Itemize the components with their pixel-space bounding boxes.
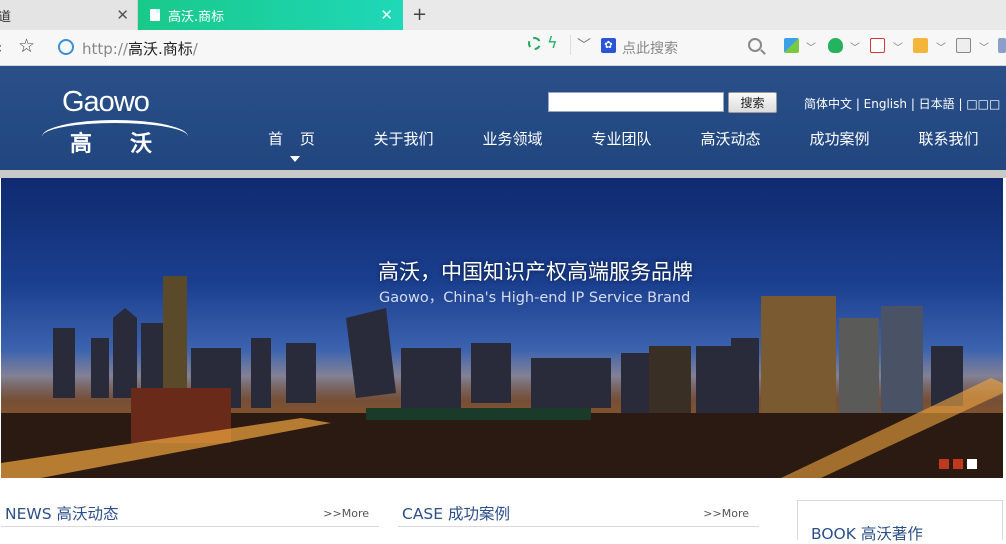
- url-text[interactable]: http://高沃.商标/: [82, 38, 198, 59]
- site-header: Gaowo 高沃 搜索 简体中文 | English | 日本語 | □□□ 首…: [0, 66, 1006, 170]
- search-icon[interactable]: [748, 38, 762, 52]
- book-section-title: BOOK 高沃著作: [811, 525, 923, 543]
- logo-text-cn: 高沃: [70, 132, 191, 157]
- logo[interactable]: Gaowo 高沃: [40, 86, 191, 157]
- chevron-down-icon[interactable]: ﹀: [979, 39, 989, 54]
- active-arrow-icon: [289, 156, 300, 162]
- new-tab-button[interactable]: +: [412, 4, 427, 25]
- address-bar: ‹ ☆ http://高沃.商标/ ϟ ﹀ ✿ 点此搜索 ﹀ ﹀ ﹀ ﹀ ﹀: [0, 30, 1006, 66]
- chevron-down-icon[interactable]: ﹀: [850, 39, 860, 54]
- page-icon: [150, 9, 160, 21]
- baidu-paw-icon[interactable]: ✿: [601, 38, 616, 53]
- news-section-header: NEWS 高沃动态 >>More: [1, 500, 379, 527]
- news-section-title: NEWS 高沃动态: [5, 505, 119, 523]
- site-search-button[interactable]: 搜索: [728, 92, 777, 113]
- url-field[interactable]: http://高沃.商标/: [52, 34, 592, 60]
- user-icon[interactable]: [998, 38, 1006, 53]
- chevron-down-icon[interactable]: ﹀: [806, 39, 816, 54]
- slide-dot-3[interactable]: [967, 459, 977, 469]
- chevron-down-icon[interactable]: ﹀: [936, 39, 946, 54]
- main-nav: 首 页 关于我们 业务领域 专业团队 高沃动态 成功案例 联系我们: [240, 126, 1003, 162]
- header-divider: [0, 170, 1006, 178]
- slide-dot-1[interactable]: [939, 459, 949, 469]
- tab-active-label: 高沃.商标: [168, 9, 225, 25]
- close-icon[interactable]: ✕: [380, 6, 393, 24]
- nav-item-home[interactable]: 首 页: [240, 126, 349, 162]
- banner-subtitle: Gaowo，China's High-end IP Service Brand: [379, 290, 691, 306]
- close-icon[interactable]: ✕: [116, 6, 129, 24]
- browser-tab-bar: 道 ✕ 高沃.商标 ✕ +: [0, 0, 1006, 31]
- back-arrow-icon[interactable]: ‹: [0, 38, 2, 57]
- star-icon[interactable]: ☆: [18, 35, 35, 57]
- language-links[interactable]: 简体中文 | English | 日本語 | □□□: [804, 95, 1000, 112]
- logo-text-en: Gaowo: [62, 86, 150, 118]
- image-icon[interactable]: [956, 38, 971, 53]
- banner-title: 高沃，中国知识产权高端服务品牌: [378, 260, 693, 284]
- lightning-icon[interactable]: ϟ: [547, 33, 558, 52]
- tab-active[interactable]: 高沃.商标 ✕: [138, 0, 403, 30]
- translate-icon[interactable]: [870, 38, 885, 53]
- city-skyline-illustration: [1, 276, 1003, 478]
- slide-dot-2[interactable]: [953, 459, 963, 469]
- browser-search-input[interactable]: 点此搜索: [622, 38, 678, 58]
- case-section-title: CASE 成功案例: [402, 505, 510, 523]
- hero-banner[interactable]: 高沃，中国知识产权高端服务品牌 Gaowo，China's High-end I…: [1, 178, 1003, 478]
- shield-icon[interactable]: [828, 38, 843, 53]
- book-section: BOOK 高沃著作: [797, 500, 1003, 543]
- nav-item-business[interactable]: 业务领域: [458, 126, 567, 156]
- nav-item-contact[interactable]: 联系我们: [894, 126, 1003, 156]
- news-more-link[interactable]: >>More: [323, 507, 369, 520]
- case-more-link[interactable]: >>More: [703, 507, 749, 520]
- tab-previous-label: 道: [0, 9, 12, 25]
- slide-indicator: [939, 459, 977, 469]
- globe-icon: [58, 39, 74, 55]
- nav-item-news[interactable]: 高沃动态: [676, 126, 785, 156]
- apps-grid-icon[interactable]: [784, 38, 799, 53]
- nav-item-about[interactable]: 关于我们: [349, 126, 458, 156]
- screenshot-icon[interactable]: [913, 38, 928, 53]
- chevron-down-icon[interactable]: ﹀: [893, 39, 903, 54]
- case-section-header: CASE 成功案例 >>More: [398, 500, 759, 527]
- loading-spinner-icon[interactable]: [528, 37, 541, 50]
- nav-item-cases[interactable]: 成功案例: [785, 126, 894, 156]
- tab-previous[interactable]: 道 ✕: [0, 0, 138, 30]
- site-search-input[interactable]: [548, 92, 724, 112]
- chevron-down-icon[interactable]: ﹀: [570, 35, 591, 55]
- nav-item-team[interactable]: 专业团队: [567, 126, 676, 156]
